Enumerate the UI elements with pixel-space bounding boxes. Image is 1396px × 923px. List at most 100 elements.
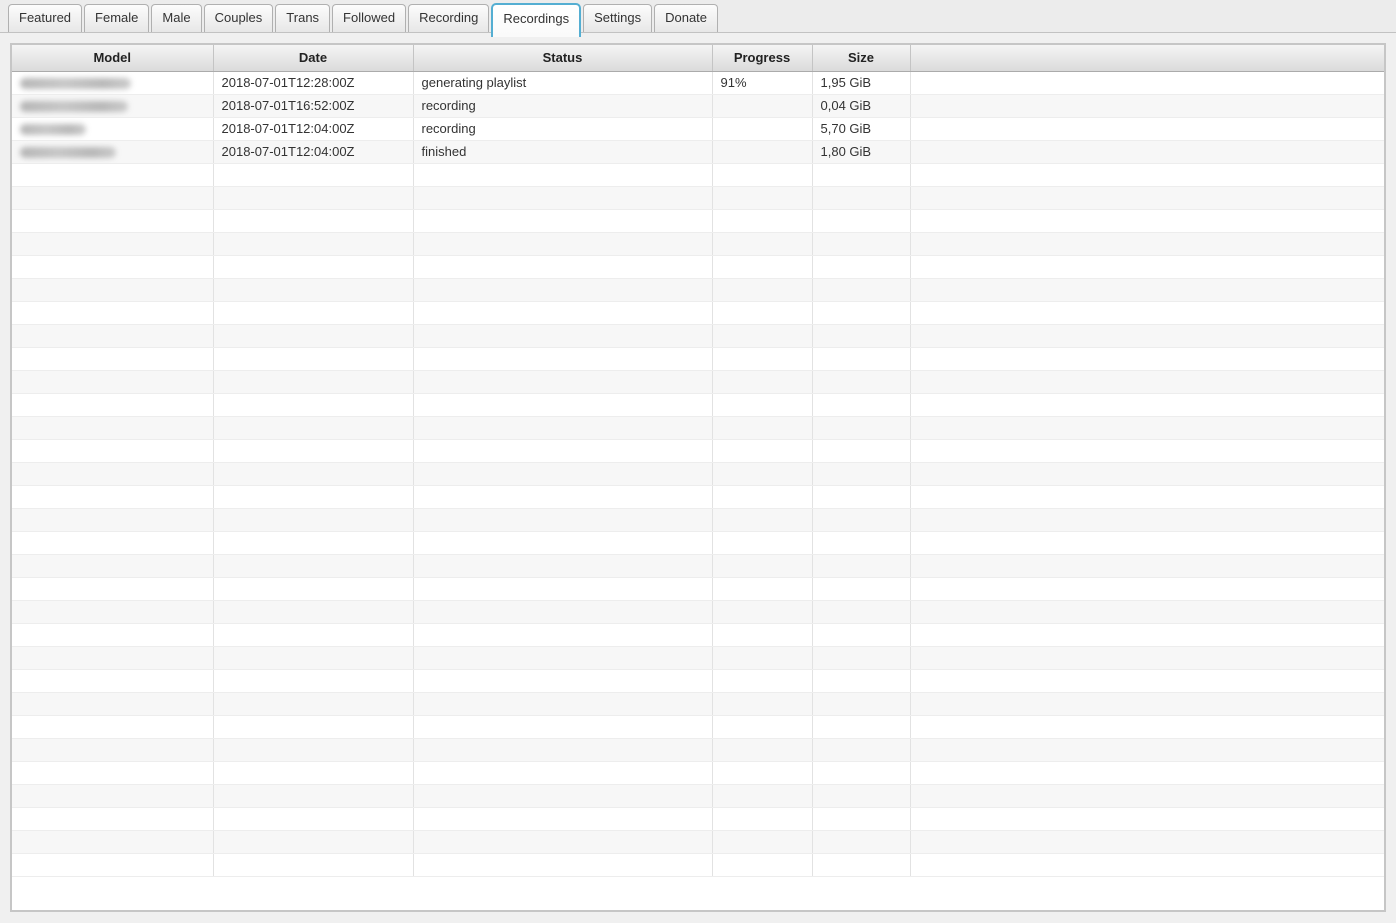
cell-date	[213, 439, 413, 462]
cell-size	[812, 738, 910, 761]
cell-status	[413, 186, 712, 209]
cell-date	[213, 347, 413, 370]
empty-row[interactable]	[12, 577, 1384, 600]
cell-model	[12, 255, 213, 278]
empty-row[interactable]	[12, 209, 1384, 232]
column-header-extra[interactable]	[910, 45, 1384, 71]
empty-row[interactable]	[12, 278, 1384, 301]
cell-model	[12, 370, 213, 393]
empty-row[interactable]	[12, 255, 1384, 278]
cell-extra	[910, 600, 1384, 623]
tab-followed[interactable]: Followed	[332, 4, 406, 32]
cell-progress	[712, 462, 812, 485]
empty-row[interactable]	[12, 554, 1384, 577]
empty-row[interactable]	[12, 715, 1384, 738]
column-header-status[interactable]: Status	[413, 45, 712, 71]
empty-row[interactable]	[12, 646, 1384, 669]
tab-featured[interactable]: Featured	[8, 4, 82, 32]
cell-size: 1,80 GiB	[812, 140, 910, 163]
cell-status	[413, 784, 712, 807]
cell-status	[413, 347, 712, 370]
tab-recording[interactable]: Recording	[408, 4, 489, 32]
cell-date	[213, 669, 413, 692]
recording-row[interactable]: 2018-07-01T12:04:00Zrecording5,70 GiB	[12, 117, 1384, 140]
empty-row[interactable]	[12, 462, 1384, 485]
column-header-progress[interactable]: Progress	[712, 45, 812, 71]
cell-date: 2018-07-01T16:52:00Z	[213, 94, 413, 117]
cell-date	[213, 623, 413, 646]
empty-row[interactable]	[12, 186, 1384, 209]
cell-model	[12, 600, 213, 623]
cell-status	[413, 853, 712, 876]
empty-row[interactable]	[12, 669, 1384, 692]
cell-progress	[712, 140, 812, 163]
cell-date	[213, 462, 413, 485]
empty-row[interactable]	[12, 163, 1384, 186]
cell-progress	[712, 761, 812, 784]
cell-extra	[910, 209, 1384, 232]
cell-model	[12, 761, 213, 784]
empty-row[interactable]	[12, 485, 1384, 508]
empty-row[interactable]	[12, 531, 1384, 554]
cell-progress	[712, 623, 812, 646]
empty-row[interactable]	[12, 370, 1384, 393]
cell-extra	[910, 761, 1384, 784]
cell-size	[812, 554, 910, 577]
empty-row[interactable]	[12, 784, 1384, 807]
cell-date	[213, 784, 413, 807]
cell-size	[812, 232, 910, 255]
tab-male[interactable]: Male	[151, 4, 201, 32]
cell-status	[413, 692, 712, 715]
cell-extra	[910, 554, 1384, 577]
cell-size	[812, 393, 910, 416]
tab-donate[interactable]: Donate	[654, 4, 718, 32]
cell-status: generating playlist	[413, 71, 712, 94]
tab-couples[interactable]: Couples	[204, 4, 274, 32]
cell-model	[12, 554, 213, 577]
cell-extra	[910, 71, 1384, 94]
empty-row[interactable]	[12, 830, 1384, 853]
cell-progress	[712, 692, 812, 715]
column-header-size[interactable]: Size	[812, 45, 910, 71]
empty-row[interactable]	[12, 600, 1384, 623]
empty-row[interactable]	[12, 761, 1384, 784]
cell-progress	[712, 807, 812, 830]
empty-row[interactable]	[12, 439, 1384, 462]
tab-recordings[interactable]: Recordings	[491, 3, 581, 37]
empty-row[interactable]	[12, 807, 1384, 830]
cell-progress	[712, 646, 812, 669]
empty-row[interactable]	[12, 738, 1384, 761]
empty-row[interactable]	[12, 692, 1384, 715]
cell-model	[12, 393, 213, 416]
empty-row[interactable]	[12, 393, 1384, 416]
empty-row[interactable]	[12, 324, 1384, 347]
cell-extra	[910, 163, 1384, 186]
cell-model	[12, 186, 213, 209]
cell-progress	[712, 554, 812, 577]
empty-row[interactable]	[12, 301, 1384, 324]
tab-settings[interactable]: Settings	[583, 4, 652, 32]
recording-row[interactable]: 2018-07-01T16:52:00Zrecording0,04 GiB	[12, 94, 1384, 117]
empty-row[interactable]	[12, 853, 1384, 876]
cell-size: 5,70 GiB	[812, 117, 910, 140]
cell-extra	[910, 531, 1384, 554]
tab-trans[interactable]: Trans	[275, 4, 330, 32]
recording-row[interactable]: 2018-07-01T12:04:00Zfinished1,80 GiB	[12, 140, 1384, 163]
cell-model	[12, 669, 213, 692]
cell-status	[413, 531, 712, 554]
cell-progress	[712, 715, 812, 738]
recording-row[interactable]: 2018-07-01T12:28:00Zgenerating playlist9…	[12, 71, 1384, 94]
cell-status	[413, 232, 712, 255]
cell-date: 2018-07-01T12:04:00Z	[213, 117, 413, 140]
cell-size	[812, 623, 910, 646]
empty-row[interactable]	[12, 623, 1384, 646]
empty-row[interactable]	[12, 508, 1384, 531]
cell-model	[12, 209, 213, 232]
column-header-date[interactable]: Date	[213, 45, 413, 71]
tab-female[interactable]: Female	[84, 4, 149, 32]
column-header-model[interactable]: Model	[12, 45, 213, 71]
empty-row[interactable]	[12, 416, 1384, 439]
cell-size	[812, 646, 910, 669]
empty-row[interactable]	[12, 232, 1384, 255]
empty-row[interactable]	[12, 347, 1384, 370]
